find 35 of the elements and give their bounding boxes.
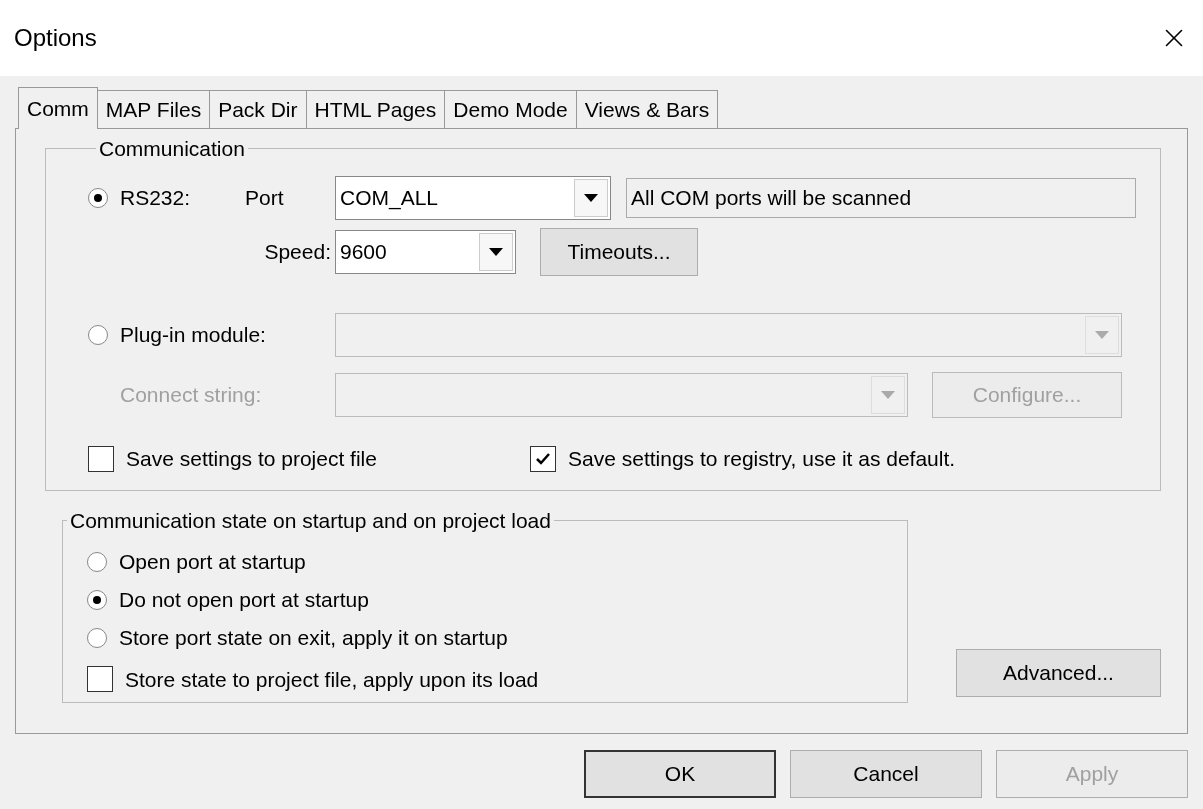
- checkbox[interactable]: [530, 445, 556, 472]
- checkbox[interactable]: [87, 666, 113, 693]
- dialog-button[interactable]: OK: [584, 750, 776, 798]
- dropdown-field[interactable]: 9600: [335, 229, 516, 274]
- checkbox-label: Save settings to registry, use it as default.: [568, 445, 956, 472]
- radio-button[interactable]: [87, 627, 107, 648]
- field-label: Port: [245, 184, 285, 211]
- radio-button[interactable]: [87, 551, 107, 572]
- radio-button[interactable]: [88, 187, 108, 208]
- radio-label: Do not open port at startup: [119, 587, 369, 613]
- info-field: All COM ports will be scanned: [626, 177, 1136, 218]
- dialog-button[interactable]: Cancel: [790, 750, 982, 798]
- tab[interactable]: Demo Mode: [445, 90, 577, 128]
- radio-button[interactable]: [87, 589, 107, 610]
- window-title: Options: [14, 23, 97, 53]
- advanced-button[interactable]: Advanced...: [956, 649, 1161, 697]
- tab[interactable]: Pack Dir: [210, 90, 307, 128]
- dropdown-field[interactable]: COM_ALL: [335, 175, 611, 220]
- tab[interactable]: Views & Bars: [576, 90, 719, 128]
- radio-label: Open port at startup: [119, 548, 306, 575]
- radio-label: Store port state on exit, apply it on startup: [119, 625, 508, 652]
- checkbox-label: Store state to project file, apply upon its load: [125, 666, 539, 693]
- timeouts-button[interactable]: Timeouts...: [540, 227, 698, 276]
- group-title: Communication: [98, 136, 246, 162]
- field-label: Connect string:: [120, 381, 263, 408]
- radio-label: RS232:: [120, 184, 192, 211]
- radio-label: Plug-in module:: [120, 321, 267, 348]
- tab[interactable]: HTML Pages: [306, 90, 446, 128]
- tab[interactable]: MAP Files: [97, 90, 211, 128]
- checkbox[interactable]: [88, 445, 114, 472]
- group-title: Communication state on startup and on project load: [69, 508, 552, 534]
- field-label: Speed:: [263, 238, 332, 265]
- checkbox-label: Save settings to project file: [126, 445, 377, 472]
- tab[interactable]: Comm: [18, 87, 98, 129]
- radio-button[interactable]: [88, 324, 108, 345]
